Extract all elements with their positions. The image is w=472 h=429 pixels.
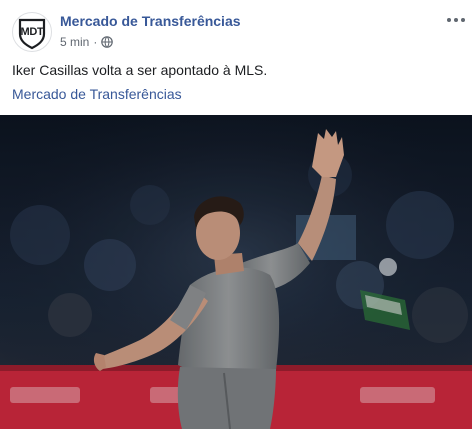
more-dot: [454, 18, 458, 22]
more-options-icon[interactable]: [444, 14, 468, 26]
post-meta: 5 min ·: [60, 35, 114, 49]
photo-overlay: [0, 115, 472, 429]
page-name-link[interactable]: Mercado de Transferências: [60, 13, 241, 29]
facebook-post: MDT Mercado de Transferências 5 min · Ik…: [0, 0, 472, 429]
post-timestamp[interactable]: 5 min: [60, 35, 89, 49]
meta-separator: ·: [93, 35, 98, 49]
post-message: Iker Casillas volta a ser apontado à MLS…: [12, 62, 268, 78]
avatar-logo-text: MDT: [20, 26, 44, 38]
page-avatar[interactable]: MDT: [12, 12, 52, 52]
more-dot: [461, 18, 465, 22]
more-dot: [447, 18, 451, 22]
globe-icon[interactable]: [101, 36, 114, 48]
post-photo[interactable]: [0, 115, 472, 429]
post-link[interactable]: Mercado de Transferências: [12, 86, 182, 102]
